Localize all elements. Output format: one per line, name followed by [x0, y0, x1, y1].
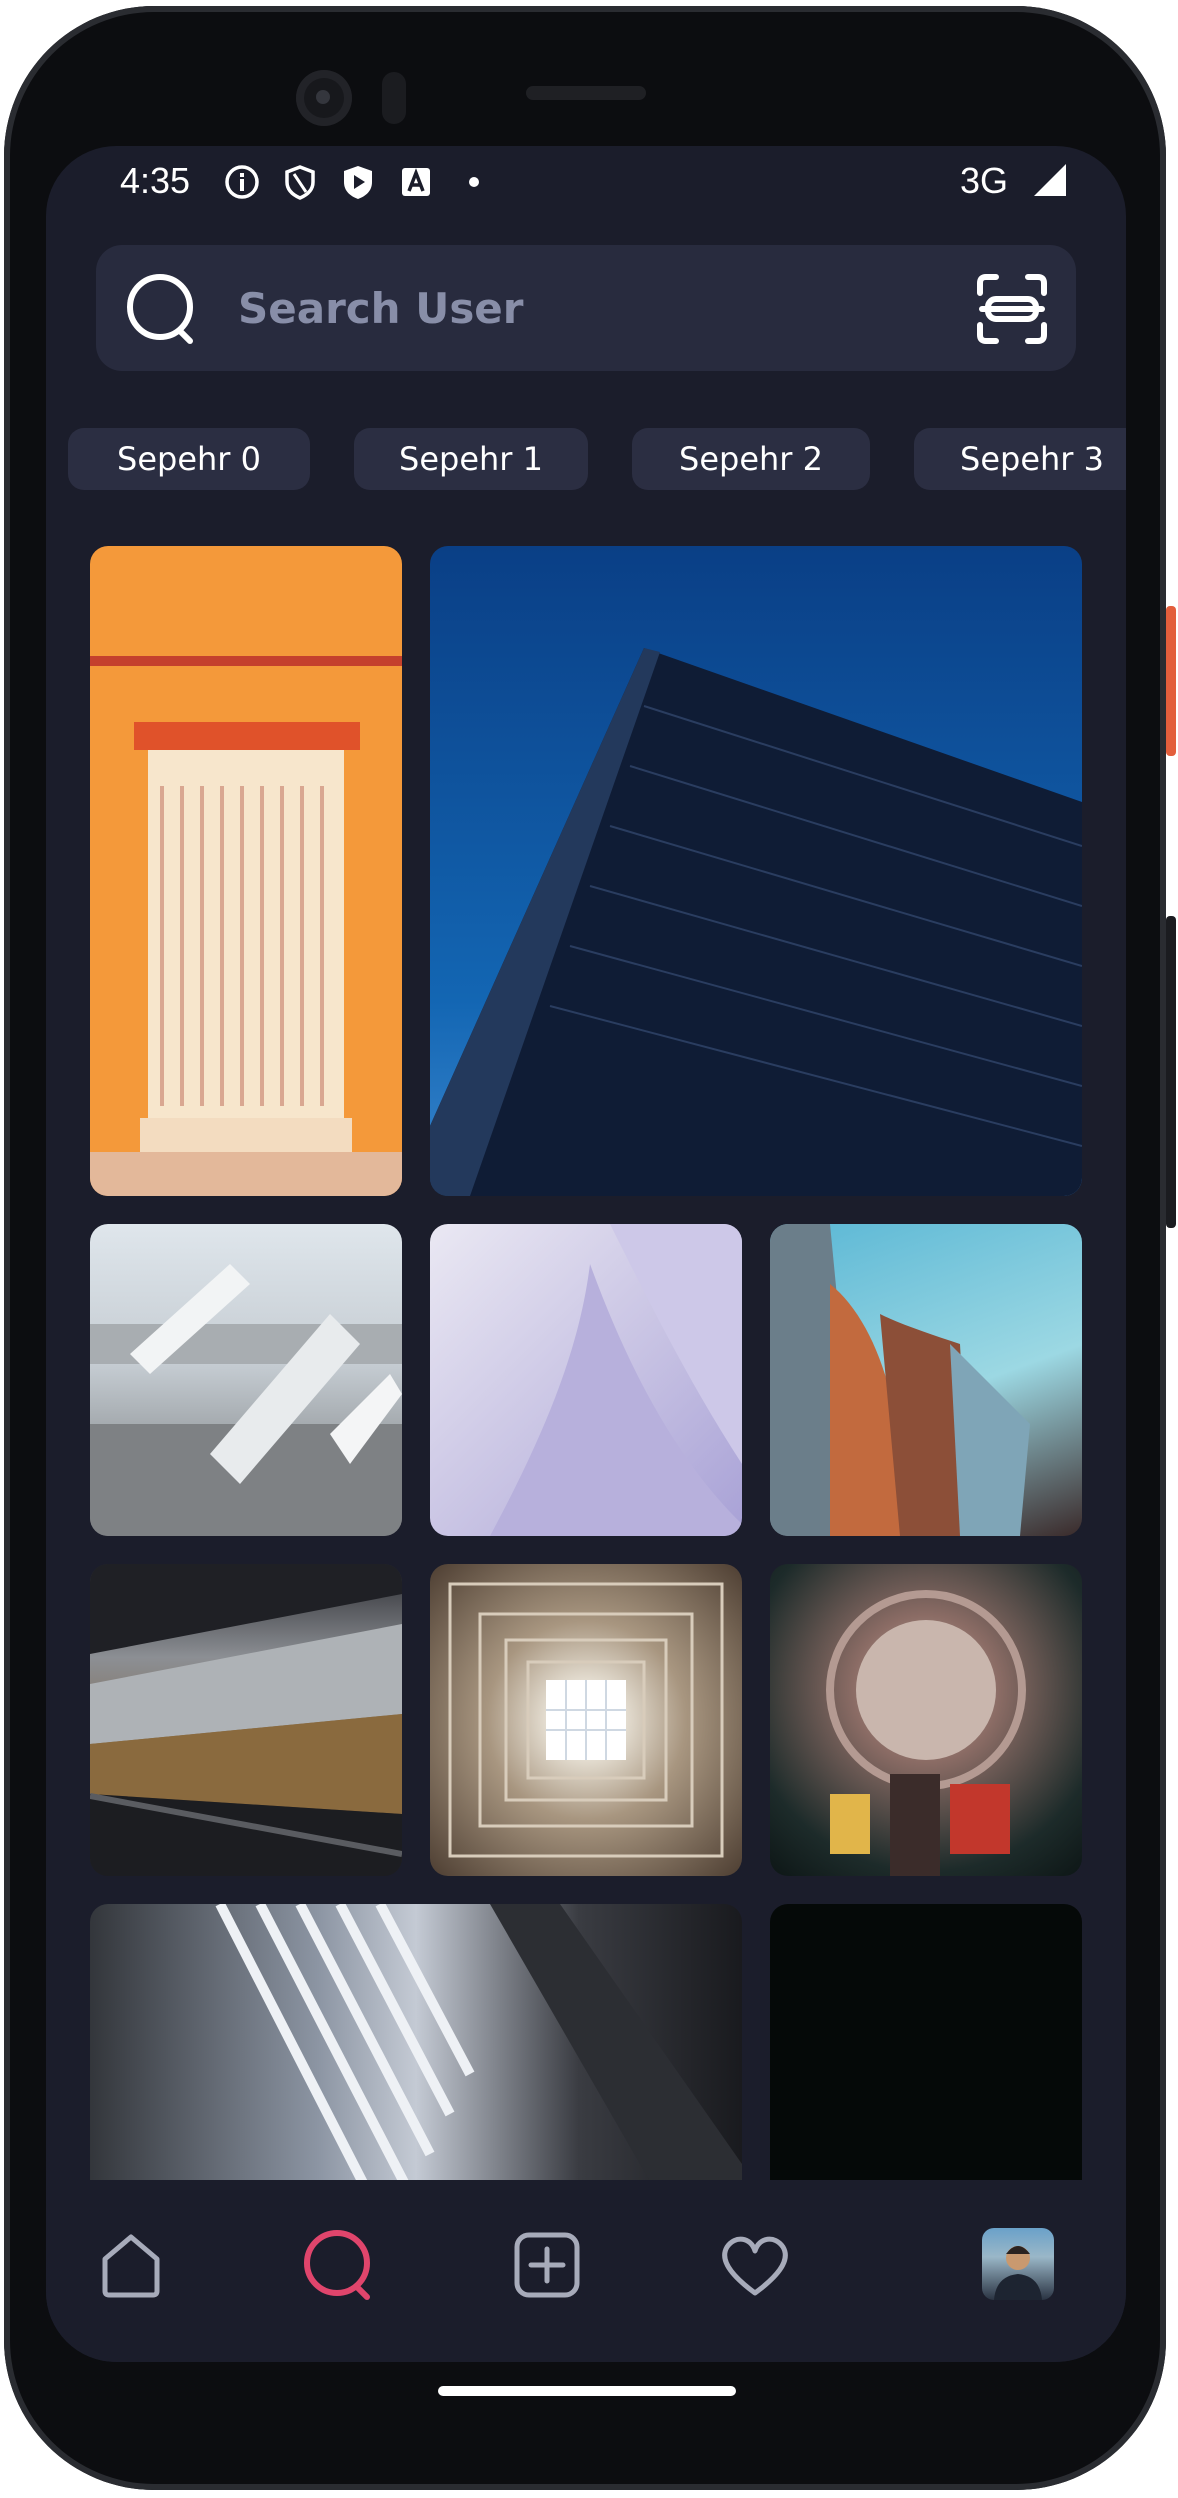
skylight-photo[interactable]: [430, 1564, 742, 1876]
scan-icon[interactable]: [972, 269, 1052, 349]
purple-curves-photo[interactable]: [430, 1224, 742, 1536]
orange-door-photo[interactable]: [90, 546, 402, 1196]
volume-button: [1166, 916, 1176, 1228]
phone-frame: 4:35 3G Search User Sepehr 0 Sepehr 1 Se…: [0, 0, 1178, 2498]
dot-icon: [469, 177, 479, 187]
chip-sepehr-0[interactable]: Sepehr 0: [68, 428, 310, 490]
user-chips: Sepehr 0 Sepehr 1 Sepehr 2 Sepehr 3: [68, 428, 1126, 490]
dome-interior-photo[interactable]: [770, 1564, 1082, 1876]
chip-label: Sepehr 2: [679, 440, 823, 478]
status-time: 4:35: [120, 160, 191, 201]
add-post-icon: [514, 2232, 580, 2298]
search-icon[interactable]: [122, 269, 202, 349]
nav-search[interactable]: [294, 2220, 384, 2310]
chip-sepehr-1[interactable]: Sepehr 1: [354, 428, 588, 490]
forest-window-photo[interactable]: [90, 1564, 402, 1876]
chip-label: Sepehr 0: [117, 440, 261, 478]
play-protect-icon: [344, 166, 372, 199]
chip-label: Sepehr 3: [960, 440, 1104, 478]
photo-grid: [90, 546, 1082, 2180]
power-button: [1166, 606, 1176, 756]
network-type: 3G: [959, 160, 1008, 201]
front-camera: [296, 70, 352, 126]
concrete-structure-photo[interactable]: [90, 1224, 402, 1536]
avatar-icon: [994, 2246, 1042, 2300]
status-icons: [222, 162, 494, 202]
signal-icon: [1034, 164, 1066, 196]
profile-avatar[interactable]: [982, 2228, 1054, 2300]
info-icon: [225, 165, 259, 199]
metal-building-photo[interactable]: [770, 1224, 1082, 1536]
home-indicator[interactable]: [438, 2386, 736, 2396]
chip-label: Sepehr 1: [399, 440, 543, 478]
nav-likes[interactable]: [710, 2220, 800, 2310]
search-input[interactable]: [236, 277, 900, 339]
heart-icon: [722, 2236, 788, 2296]
a-icon: [402, 168, 430, 196]
chip-sepehr-3[interactable]: Sepehr 3: [914, 428, 1126, 490]
bottom-nav: [46, 2182, 1126, 2362]
status-bar: 4:35 3G: [46, 146, 1126, 236]
earpiece-speaker: [526, 86, 646, 100]
home-icon: [102, 2234, 160, 2298]
stairs-photo[interactable]: [90, 1904, 742, 2180]
chip-sepehr-2[interactable]: Sepehr 2: [632, 428, 870, 490]
sensor: [382, 72, 406, 124]
blue-building-photo[interactable]: [430, 546, 1082, 1196]
nav-add-post[interactable]: [502, 2220, 592, 2310]
shield-icon: [285, 165, 315, 200]
nav-home[interactable]: [86, 2220, 176, 2310]
search-bar[interactable]: [96, 245, 1076, 371]
dark-photo[interactable]: [770, 1904, 1082, 2180]
screen: 4:35 3G Search User Sepehr 0 Sepehr 1 Se…: [46, 146, 1126, 2362]
search-icon: [304, 2230, 370, 2300]
